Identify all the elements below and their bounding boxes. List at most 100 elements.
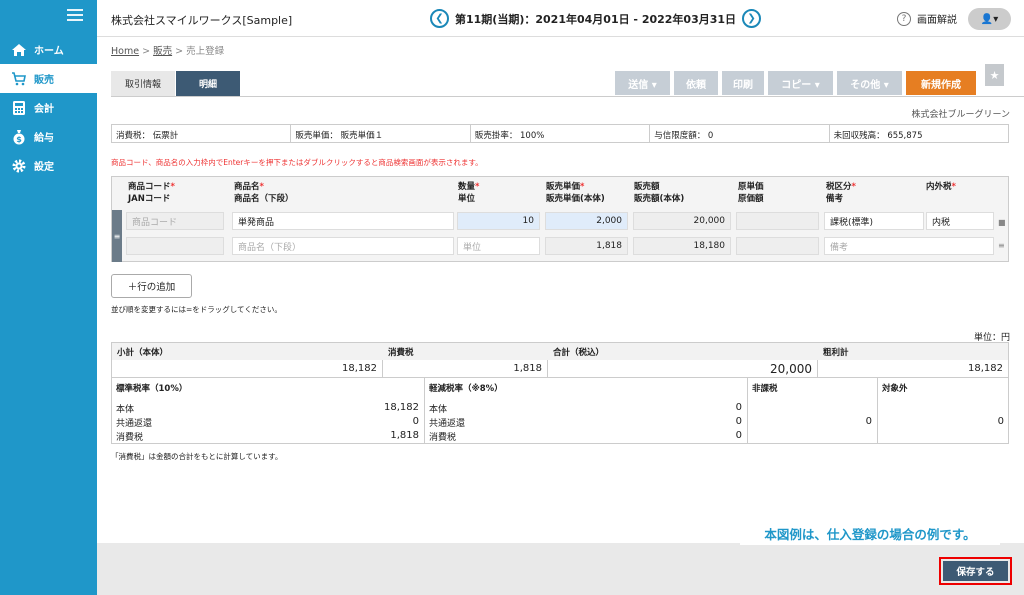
user-menu[interactable]: 👤▾ (968, 8, 1011, 30)
standard-common-row: 共通返還 0 (116, 416, 419, 429)
sidebar-item-label: 給与 (34, 133, 54, 144)
svg-text:$: $ (16, 135, 22, 144)
exempt: 非課税 0 (748, 378, 878, 444)
add-row-button[interactable]: ＋行の追加 (111, 274, 192, 298)
new-button[interactable]: 新規作成 (906, 71, 976, 95)
sales-rate: 販売掛率： 100% (471, 125, 651, 142)
sidebar-item-sales[interactable]: 販売 (0, 64, 97, 93)
sidebar-item-label: 会計 (34, 104, 54, 115)
send-button[interactable]: 送信 ▾ (615, 71, 670, 95)
sidebar-item-home[interactable]: ホーム (0, 35, 97, 64)
standard-tax-row: 消費税 1,818 (116, 430, 419, 443)
help-link[interactable]: ? 画面解説 (897, 11, 957, 26)
breadcrumb-sales[interactable]: 販売 (153, 46, 172, 57)
name-input[interactable]: 単発商品 (232, 212, 454, 230)
qty-input[interactable]: 10 (457, 212, 540, 230)
price-input[interactable]: 2,000 (545, 212, 628, 230)
jan-input[interactable] (126, 237, 224, 255)
price-net-value: 1,818 (545, 237, 628, 255)
request-button[interactable]: 依頼 (674, 71, 718, 95)
tax-label: 消費税 (383, 343, 548, 360)
print-button[interactable]: 印刷 (722, 71, 764, 95)
breadcrumb: Home > 販売 > 売上登録 (111, 43, 224, 57)
amount-value: 20,000 (633, 212, 731, 230)
home-icon (10, 41, 28, 59)
sidebar-item-label: 設定 (34, 162, 54, 173)
drag-hint: 並び順を変更するには=をドラッグしてください。 (111, 305, 282, 314)
code-input[interactable]: 商品コード (126, 212, 224, 230)
exempt-value-row: 0 (865, 416, 872, 427)
reduced-tax-row: 消費税 0 (429, 430, 742, 443)
sidebar-item-settings[interactable]: 設定 (0, 151, 97, 180)
breadcrumb-current: 売上登録 (186, 46, 225, 57)
summary-table: 小計（本体） 消費税 合計（税込） 粗利計 18,182 1,818 20,00… (111, 342, 1009, 378)
unpaid-balance: 未回収残高： 655,875 (833, 131, 923, 141)
period-selector: ❮ 第11期(当期)：2021年04月01日 - 2022年03月31日 ❯ (430, 9, 762, 28)
outside-title: 対象外 (882, 384, 908, 394)
header-amount: 販売額 販売額(本体) (634, 182, 685, 204)
name2-input[interactable]: 商品名（下段） (232, 237, 454, 255)
total-value: 20,000 (548, 360, 818, 378)
drag-handle-icon[interactable]: ≡ (112, 210, 122, 262)
tax-value: 1,818 (383, 360, 548, 378)
unit-price-type: 販売単価： 販売単価１ (291, 125, 471, 142)
chevron-left-icon[interactable]: ❮ (430, 9, 449, 28)
subtotal-label: 小計（本体） (112, 343, 383, 360)
period-label: 第11期(当期)：2021年04月01日 - 2022年03月31日 (455, 12, 737, 26)
tab-bar: 取引情報 明細 (111, 71, 241, 96)
footnote: 「消費税」は金額の合計をもとに計算しています。 (111, 452, 283, 461)
save-button-frame: 保存する (939, 557, 1012, 585)
credit-limit: 与信限度額： 0 (650, 125, 830, 142)
menu-icon[interactable] (67, 9, 83, 21)
outside-value-row: 0 (997, 416, 1004, 427)
tab-transaction-info[interactable]: 取引情報 (111, 71, 175, 96)
header-name: 商品名* 商品名（下段） (234, 182, 294, 204)
detail-grid: 商品コード* JANコード 商品名* 商品名（下段） 数量* 単位 販売単価* 販売単価… (111, 176, 1009, 262)
sidebar-item-accounting[interactable]: 会計 (0, 93, 97, 122)
breadcrumb-home[interactable]: Home (111, 46, 139, 57)
calculator-icon (10, 99, 28, 117)
incl-select[interactable]: 内税 (926, 212, 994, 230)
unit-input[interactable]: 単位 (457, 237, 540, 255)
header-cost: 原単価 原価額 (738, 182, 764, 204)
comment-icon[interactable]: ■ (998, 218, 1006, 227)
header: 株式会社スマイルワークス[Sample] ❮ 第11期(当期)：2021年04月… (97, 0, 1024, 37)
info-bar: 消費税： 伝票計 販売単価： 販売単価１ 販売掛率： 100% 与信限度額： 0… (111, 124, 1009, 143)
tax-breakdown: 標準税率（10%） 本体 18,182 共通返還 0 消費税 1,818 軽減税率（※… (111, 377, 1009, 444)
other-button[interactable]: その他 ▾ (837, 71, 902, 95)
total-label: 合計（税込） (548, 343, 818, 360)
sidebar: ホーム 販売 会計 $ 給与 設定 (0, 0, 97, 595)
sidebar-item-label: 販売 (34, 75, 54, 86)
save-button[interactable]: 保存する (943, 561, 1008, 581)
input-notice: 商品コード、商品名の入力枠内でEnterキーを押下またはダブルクリックすると商品… (111, 158, 483, 167)
header-price: 販売単価* 販売単価(本体) (546, 182, 605, 204)
header-incl: 内外税* (926, 182, 956, 192)
tab-details[interactable]: 明細 (176, 71, 240, 96)
reduced-rate-title: 軽減税率（※8%） (429, 384, 503, 394)
gross-value: 18,182 (968, 363, 1003, 374)
note-input[interactable]: 備考 (824, 237, 994, 255)
cost-input[interactable] (736, 212, 819, 230)
copy-button[interactable]: コピー ▾ (768, 71, 833, 95)
bottom-bar (97, 543, 1024, 595)
taxcat-select[interactable]: 課税(標準) (824, 212, 924, 230)
star-icon[interactable]: ★ (985, 64, 1004, 86)
tax-method: 消費税： 伝票計 (112, 125, 292, 142)
standard-rate-title: 標準税率（10%） (116, 384, 188, 394)
gear-icon (10, 157, 28, 175)
help-label: 画面解説 (917, 15, 957, 26)
callout-note: 本図例は、仕入登録の場合の例です。 (740, 521, 1000, 545)
user-icon: 👤▾ (980, 13, 999, 25)
outside: 対象外 0 (878, 378, 1008, 444)
row-menu-icon[interactable]: ≡ (998, 241, 1005, 250)
cart-icon (10, 70, 28, 88)
moneybag-icon: $ (10, 128, 28, 146)
sidebar-item-label: ホーム (34, 46, 64, 57)
main-area: 株式会社スマイルワークス[Sample] ❮ 第11期(当期)：2021年04月… (97, 0, 1024, 595)
chevron-right-icon[interactable]: ❯ (742, 9, 762, 28)
sidebar-item-payroll[interactable]: $ 給与 (0, 122, 97, 151)
amount-net-value: 18,180 (633, 237, 731, 255)
tab-divider (111, 96, 1024, 97)
cost-amount-value (736, 237, 819, 255)
breadcrumb-separator: > (175, 46, 184, 57)
